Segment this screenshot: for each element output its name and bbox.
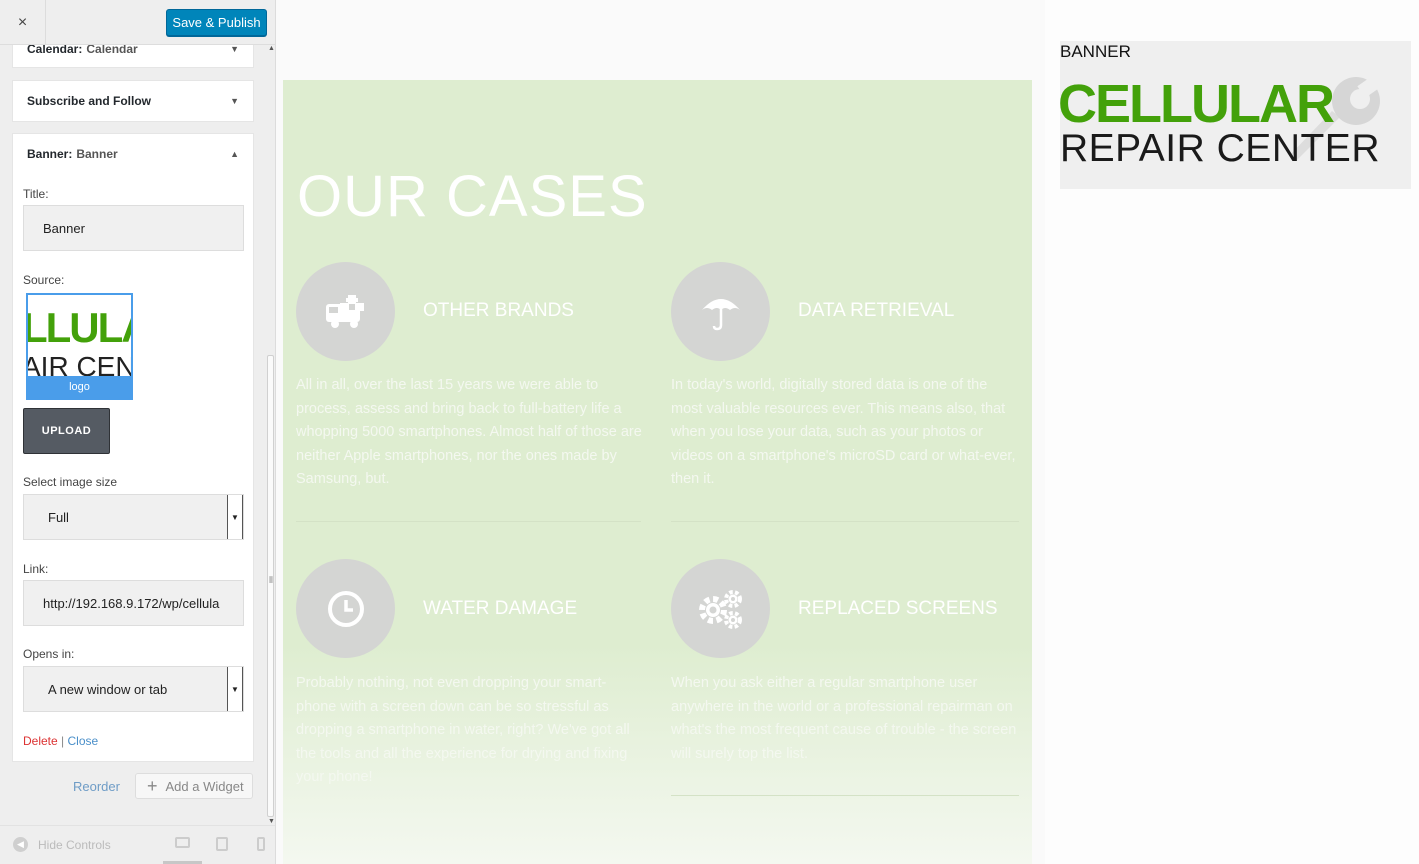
opens-in-select[interactable]: A new window or tab ▼	[23, 666, 244, 712]
close-icon: ×	[17, 13, 28, 31]
desktop-icon[interactable]	[175, 837, 190, 848]
widget-banner-title: Banner	[76, 147, 118, 161]
our-cases-section: OUR CASES OTHER BRANDS All in all, over …	[283, 80, 1032, 864]
link-label: Link:	[23, 562, 49, 576]
case-icon-circle	[671, 559, 770, 658]
case-divider	[671, 521, 1019, 522]
banner-widget[interactable]: BANNER CELLULAR REPAIR CENTER	[1060, 41, 1411, 189]
banner-logo-line1: CELLULAR	[1060, 74, 1335, 134]
separator: |	[61, 734, 65, 748]
image-size-value: Full	[48, 509, 69, 525]
chevron-up-icon: ▲	[230, 149, 239, 159]
close-customizer-button[interactable]: ×	[0, 0, 46, 45]
section-title: OUR CASES	[297, 164, 648, 229]
widget-actions-row: Delete | Close	[23, 734, 98, 748]
case-divider	[671, 795, 1019, 796]
case-text: Probably nothing, not even dropping your…	[296, 675, 630, 785]
scroll-thumb[interactable]	[267, 355, 274, 817]
customizer-topbar: × Save & Publish	[0, 0, 275, 45]
image-size-select[interactable]: Full ▼	[23, 494, 244, 540]
save-publish-button[interactable]: Save & Publish	[166, 9, 267, 36]
banner-widget-title: BANNER	[1060, 42, 1131, 61]
widget-subscribe-title: Subscribe and Follow	[27, 94, 152, 108]
case-title: DATA RETRIEVAL	[798, 300, 955, 321]
banner-logo-line2: REPAIR CENTER	[1060, 127, 1380, 170]
case-divider	[296, 521, 641, 522]
add-widget-label: Add a Widget	[165, 778, 244, 794]
gears-icon	[698, 589, 742, 629]
image-size-label: Select image size	[23, 475, 118, 489]
chevron-down-icon: ▼	[230, 96, 239, 106]
thumbnail-caption: logo	[28, 376, 131, 398]
case-title: WATER DAMAGE	[423, 598, 578, 619]
customizer-footer: ◀ Hide Controls	[0, 825, 275, 864]
dropdown-arrow-icon[interactable]: ▼	[227, 667, 243, 711]
plus-icon: +	[147, 776, 158, 796]
case-title: OTHER BRANDS	[423, 300, 574, 321]
delete-link[interactable]: Delete	[23, 734, 58, 748]
close-link[interactable]: Close	[68, 734, 99, 748]
opens-in-label: Opens in:	[23, 647, 75, 661]
dropdown-arrow-icon[interactable]: ▼	[227, 495, 243, 539]
ambulance-icon	[325, 294, 364, 328]
case-icon-circle	[296, 262, 395, 361]
source-image-thumbnail[interactable]: LLULAR AIR CENT logo	[26, 293, 133, 400]
upload-button[interactable]: UPLOAD	[23, 408, 110, 454]
widget-banner-prefix: Banner:	[27, 147, 73, 161]
collapse-icon: ◀	[13, 837, 28, 852]
case-icon-circle	[671, 262, 770, 361]
panel-scrollbar[interactable]: ▲ ▼	[266, 45, 275, 825]
widget-banner-header[interactable]: Banner: Banner ▲	[12, 133, 254, 175]
opens-in-value: A new window or tab	[48, 681, 168, 697]
widget-banner-form: Title: Banner Source: LLULAR AIR CENT lo…	[12, 174, 254, 762]
customizer-panel: × Save & Publish Calendar: Calendar ▼ Su…	[0, 0, 276, 864]
case-text: All in all, over the last 15 years we we…	[296, 377, 642, 487]
link-input[interactable]: http://192.168.9.172/wp/cellula	[23, 580, 244, 626]
title-input[interactable]: Banner	[23, 205, 244, 251]
tablet-icon[interactable]	[216, 837, 228, 851]
case-text: When you ask either a regular smartphone…	[671, 675, 1017, 762]
case-title: REPLACED SCREENS	[798, 598, 998, 619]
reorder-link[interactable]: Reorder	[73, 779, 120, 794]
hide-controls-button[interactable]: ◀ Hide Controls	[13, 837, 111, 852]
add-widget-button[interactable]: + Add a Widget	[135, 773, 253, 799]
resize-handle[interactable]: ⦀	[269, 575, 273, 586]
hide-controls-label: Hide Controls	[38, 837, 111, 852]
case-text: In today's world, digitally stored data …	[671, 377, 1016, 487]
mobile-icon[interactable]	[257, 837, 265, 851]
umbrella-icon	[701, 298, 740, 330]
title-label: Title:	[23, 187, 49, 201]
scroll-up-icon[interactable]: ▲	[268, 45, 275, 52]
thumbnail-logo-text-1: LLULAR	[26, 304, 131, 351]
scroll-down-icon[interactable]: ▼	[268, 818, 275, 825]
clock-icon	[327, 590, 364, 627]
source-label: Source:	[23, 273, 65, 287]
widget-subscribe-header[interactable]: Subscribe and Follow ▼	[12, 80, 254, 122]
case-icon-circle	[296, 559, 395, 658]
chevron-down-icon: ▼	[230, 44, 239, 54]
